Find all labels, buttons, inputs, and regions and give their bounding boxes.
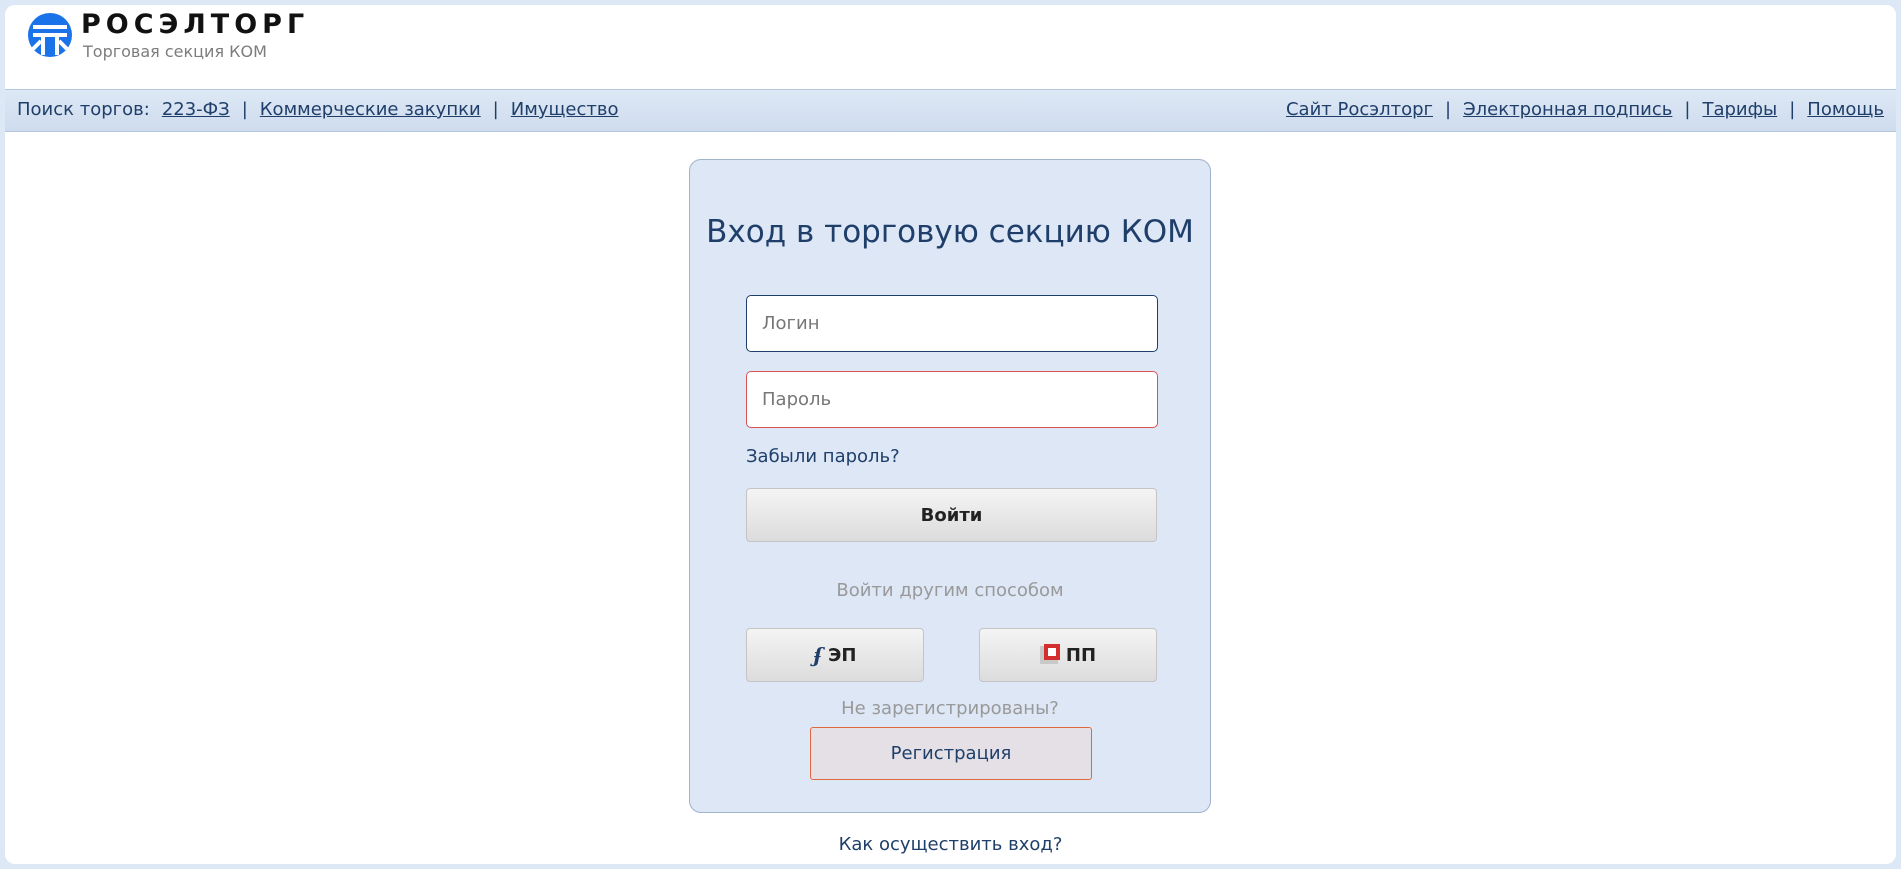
nav-link-site[interactable]: Сайт Росэлторг [1286,99,1433,120]
register-button[interactable]: Регистрация [810,727,1092,780]
nav-separator: | [1684,99,1691,120]
ep-button-label: ЭП [828,644,857,666]
nav-link-commercial[interactable]: Коммерческие закупки [260,99,481,120]
nav-link-223fz[interactable]: 223-ФЗ [162,99,230,120]
nav-separator: | [1789,99,1796,120]
logo-title[interactable]: РОСЭЛТОРГ [81,9,309,40]
nav-link-property[interactable]: Имущество [511,99,619,120]
login-button-label: Войти [920,504,983,526]
login-card: Вход в торговую секцию КОМ Забыли пароль… [689,159,1211,813]
ep-login-button[interactable]: ʄ ЭП [746,628,924,682]
nav-separator: | [492,99,499,120]
login-input[interactable] [746,295,1158,352]
nav-left: Поиск торгов: 223-ФЗ | Коммерческие заку… [17,99,618,120]
login-title: Вход в торговую секцию КОМ [706,214,1194,250]
nav-link-signature[interactable]: Электронная подпись [1463,99,1672,120]
pp-login-button[interactable]: ПП [979,628,1157,682]
pp-logo-icon [1039,644,1062,666]
logo-subtitle: Торговая секция КОМ [83,42,267,61]
how-to-login: Как осуществить вход? [5,834,1896,855]
nav-right: Сайт Росэлторг | Электронная подпись | Т… [1286,99,1884,120]
nav-link-help[interactable]: Помощь [1807,99,1884,120]
pp-button-label: ПП [1065,644,1097,666]
nav-separator: | [241,99,248,120]
page-frame: РОСЭЛТОРГ Торговая секция КОМ Поиск торг… [5,5,1896,864]
roseltorg-logo-icon[interactable] [27,12,73,58]
login-button[interactable]: Войти [746,488,1157,542]
nav-bar: Поиск торгов: 223-ФЗ | Коммерческие заку… [5,89,1896,132]
not-registered-text: Не зарегистрированы? [841,698,1059,719]
nav-link-tariffs[interactable]: Тарифы [1702,99,1777,120]
header: РОСЭЛТОРГ Торговая секция КОМ [5,5,1896,88]
alt-methods-label: Войти другим способом [836,580,1064,601]
forgot-password-link[interactable]: Забыли пароль? [746,446,900,467]
search-label: Поиск торгов: [17,99,150,120]
register-button-label: Регистрация [890,743,1012,764]
signature-icon: ʄ [813,643,823,667]
how-to-login-link[interactable]: Как осуществить вход? [839,834,1063,855]
password-input[interactable] [746,371,1158,428]
nav-separator: | [1445,99,1452,120]
